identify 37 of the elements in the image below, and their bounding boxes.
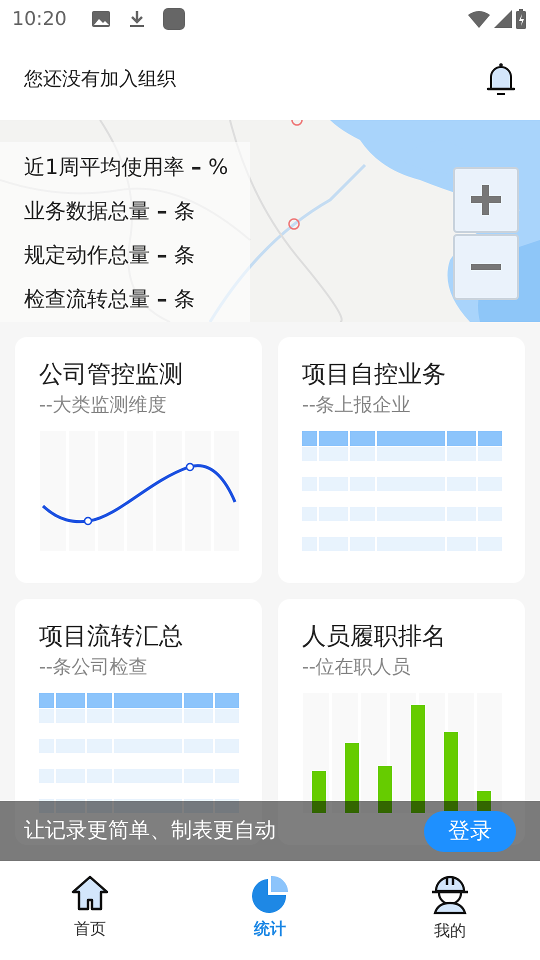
card-title: 人员履职排名 (302, 621, 447, 652)
app-icon (162, 8, 185, 30)
battery-icon (516, 9, 526, 29)
card-title: 项目流转汇总 (39, 621, 184, 652)
card-title: 项目自控业务 (302, 359, 447, 390)
chart-bar (345, 743, 359, 813)
nav-tab[interactable]: 我的 (390, 861, 510, 960)
card-subtitle: --大类监测维度 (39, 393, 168, 418)
nav-tab[interactable]: 统计 (210, 861, 330, 960)
stat-line: 规定动作总量 – 条 (24, 242, 196, 269)
stat-line: 业务数据总量 – 条 (24, 198, 196, 225)
chart-bar (378, 766, 392, 813)
banner-text: 让记录更简单、制表更自动 (24, 817, 276, 844)
chart-point (186, 462, 194, 472)
status-time: 10:20 (12, 6, 67, 32)
image-icon (90, 9, 111, 29)
signal-icon (494, 10, 512, 28)
bell-icon[interactable] (486, 62, 516, 96)
chart-point (84, 516, 92, 526)
chart-bar (312, 771, 326, 813)
card-subtitle: --位在职人员 (302, 655, 412, 680)
card-title: 公司管控监测 (39, 359, 184, 390)
chart-bar (477, 791, 491, 813)
pie-chart-icon (250, 873, 290, 913)
plus-icon (471, 185, 501, 215)
minus-icon (471, 264, 501, 270)
zoom-out-button[interactable] (453, 234, 519, 300)
card-subtitle: --条公司检查 (39, 655, 149, 680)
zoom-in-button[interactable] (453, 167, 519, 233)
stat-line: 检查流转总量 – 条 (24, 286, 196, 313)
stat-line: 近1周平均使用率 – % (24, 154, 230, 181)
nav-tab[interactable]: 首页 (30, 861, 150, 960)
house-icon (70, 873, 110, 913)
card-subtitle: --条上报企业 (302, 393, 412, 418)
wifi-icon (468, 10, 490, 28)
worker-icon (430, 873, 470, 915)
header-title: 您还没有加入组织 (24, 66, 176, 92)
